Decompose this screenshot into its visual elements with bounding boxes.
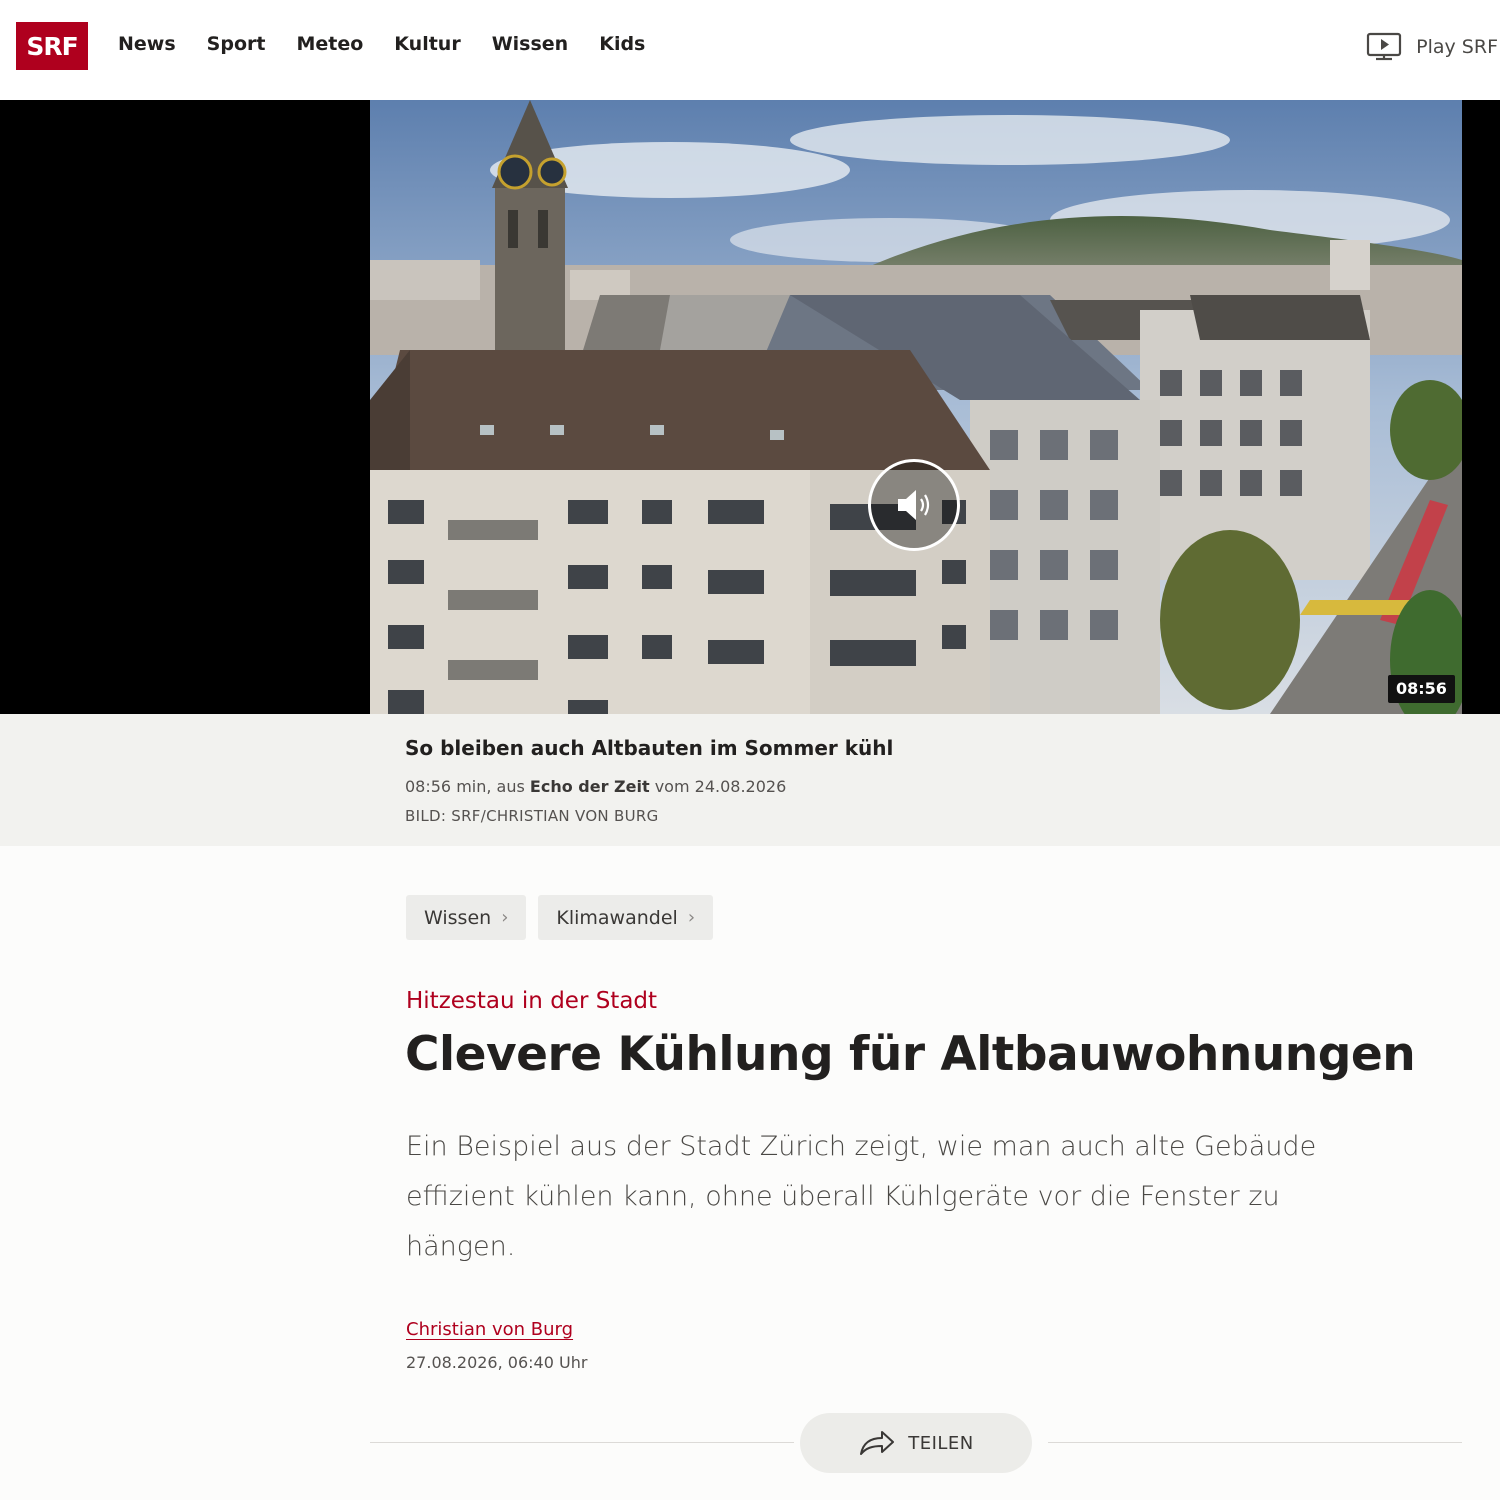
nav-wissen[interactable]: Wissen xyxy=(492,33,569,55)
video-title[interactable]: So bleiben auch Altbauten im Sommer kühl xyxy=(405,736,893,760)
nav-kids[interactable]: Kids xyxy=(599,33,645,55)
chevron-right-icon: › xyxy=(687,907,696,928)
nav-sport[interactable]: Sport xyxy=(207,33,266,55)
chip-label: Wissen xyxy=(424,906,492,929)
chevron-right-icon: › xyxy=(501,907,509,928)
nav-news[interactable]: News xyxy=(118,33,176,55)
article-title: Clevere Kühlung für Altbauwohnungen xyxy=(405,1027,1416,1082)
video-meta-suffix: vom 24.08.2026 xyxy=(649,777,787,796)
main-nav: News Sport Meteo Kultur Wissen Kids xyxy=(118,33,676,55)
video-duration-badge: 08:56 xyxy=(1388,675,1455,703)
author-link[interactable]: Christian von Burg xyxy=(406,1319,573,1340)
video-player[interactable] xyxy=(0,100,1500,714)
nav-kultur[interactable]: Kultur xyxy=(394,33,460,55)
tv-play-icon xyxy=(1367,32,1402,61)
chip-wissen[interactable]: Wissen › xyxy=(406,895,527,940)
site-header: SRF News Sport Meteo Kultur Wissen Kids … xyxy=(0,0,1500,100)
share-label: TEILEN xyxy=(908,1432,974,1454)
share-button[interactable]: TEILEN xyxy=(800,1413,1032,1473)
image-credit: BILD: SRF/CHRISTIAN VON BURG xyxy=(405,807,659,825)
article-kicker: Hitzestau in der Stadt xyxy=(406,988,658,1014)
video-still-image xyxy=(370,100,1462,714)
publish-date: 27.08.2026, 06:40 Uhr xyxy=(406,1353,588,1372)
divider-right xyxy=(1048,1442,1462,1443)
unmute-button[interactable] xyxy=(868,459,960,551)
play-srf-label: Play SRF xyxy=(1416,36,1498,58)
video-show: Echo der Zeit xyxy=(529,777,650,796)
speaker-icon xyxy=(898,490,930,520)
article-lead: Ein Beispiel aus der Stadt Zürich zeigt,… xyxy=(406,1131,1317,1262)
breadcrumb: Wissen › Klimawandel › xyxy=(406,895,714,940)
video-caption: So bleiben auch Altbauten im Sommer kühl… xyxy=(0,714,1500,846)
video-meta: 08:56 min, aus Echo der Zeit vom 24.08.2… xyxy=(405,777,786,796)
play-srf-link[interactable]: Play SRF xyxy=(1366,32,1498,62)
divider-left xyxy=(370,1442,794,1443)
srf-logo[interactable]: SRF xyxy=(16,22,88,70)
chip-label: Klimawandel xyxy=(556,906,678,929)
video-meta-prefix: 08:56 min, aus xyxy=(405,777,530,796)
chip-klimawandel[interactable]: Klimawandel › xyxy=(538,895,714,940)
share-arrow-icon xyxy=(860,1431,895,1455)
nav-meteo[interactable]: Meteo xyxy=(296,33,363,55)
